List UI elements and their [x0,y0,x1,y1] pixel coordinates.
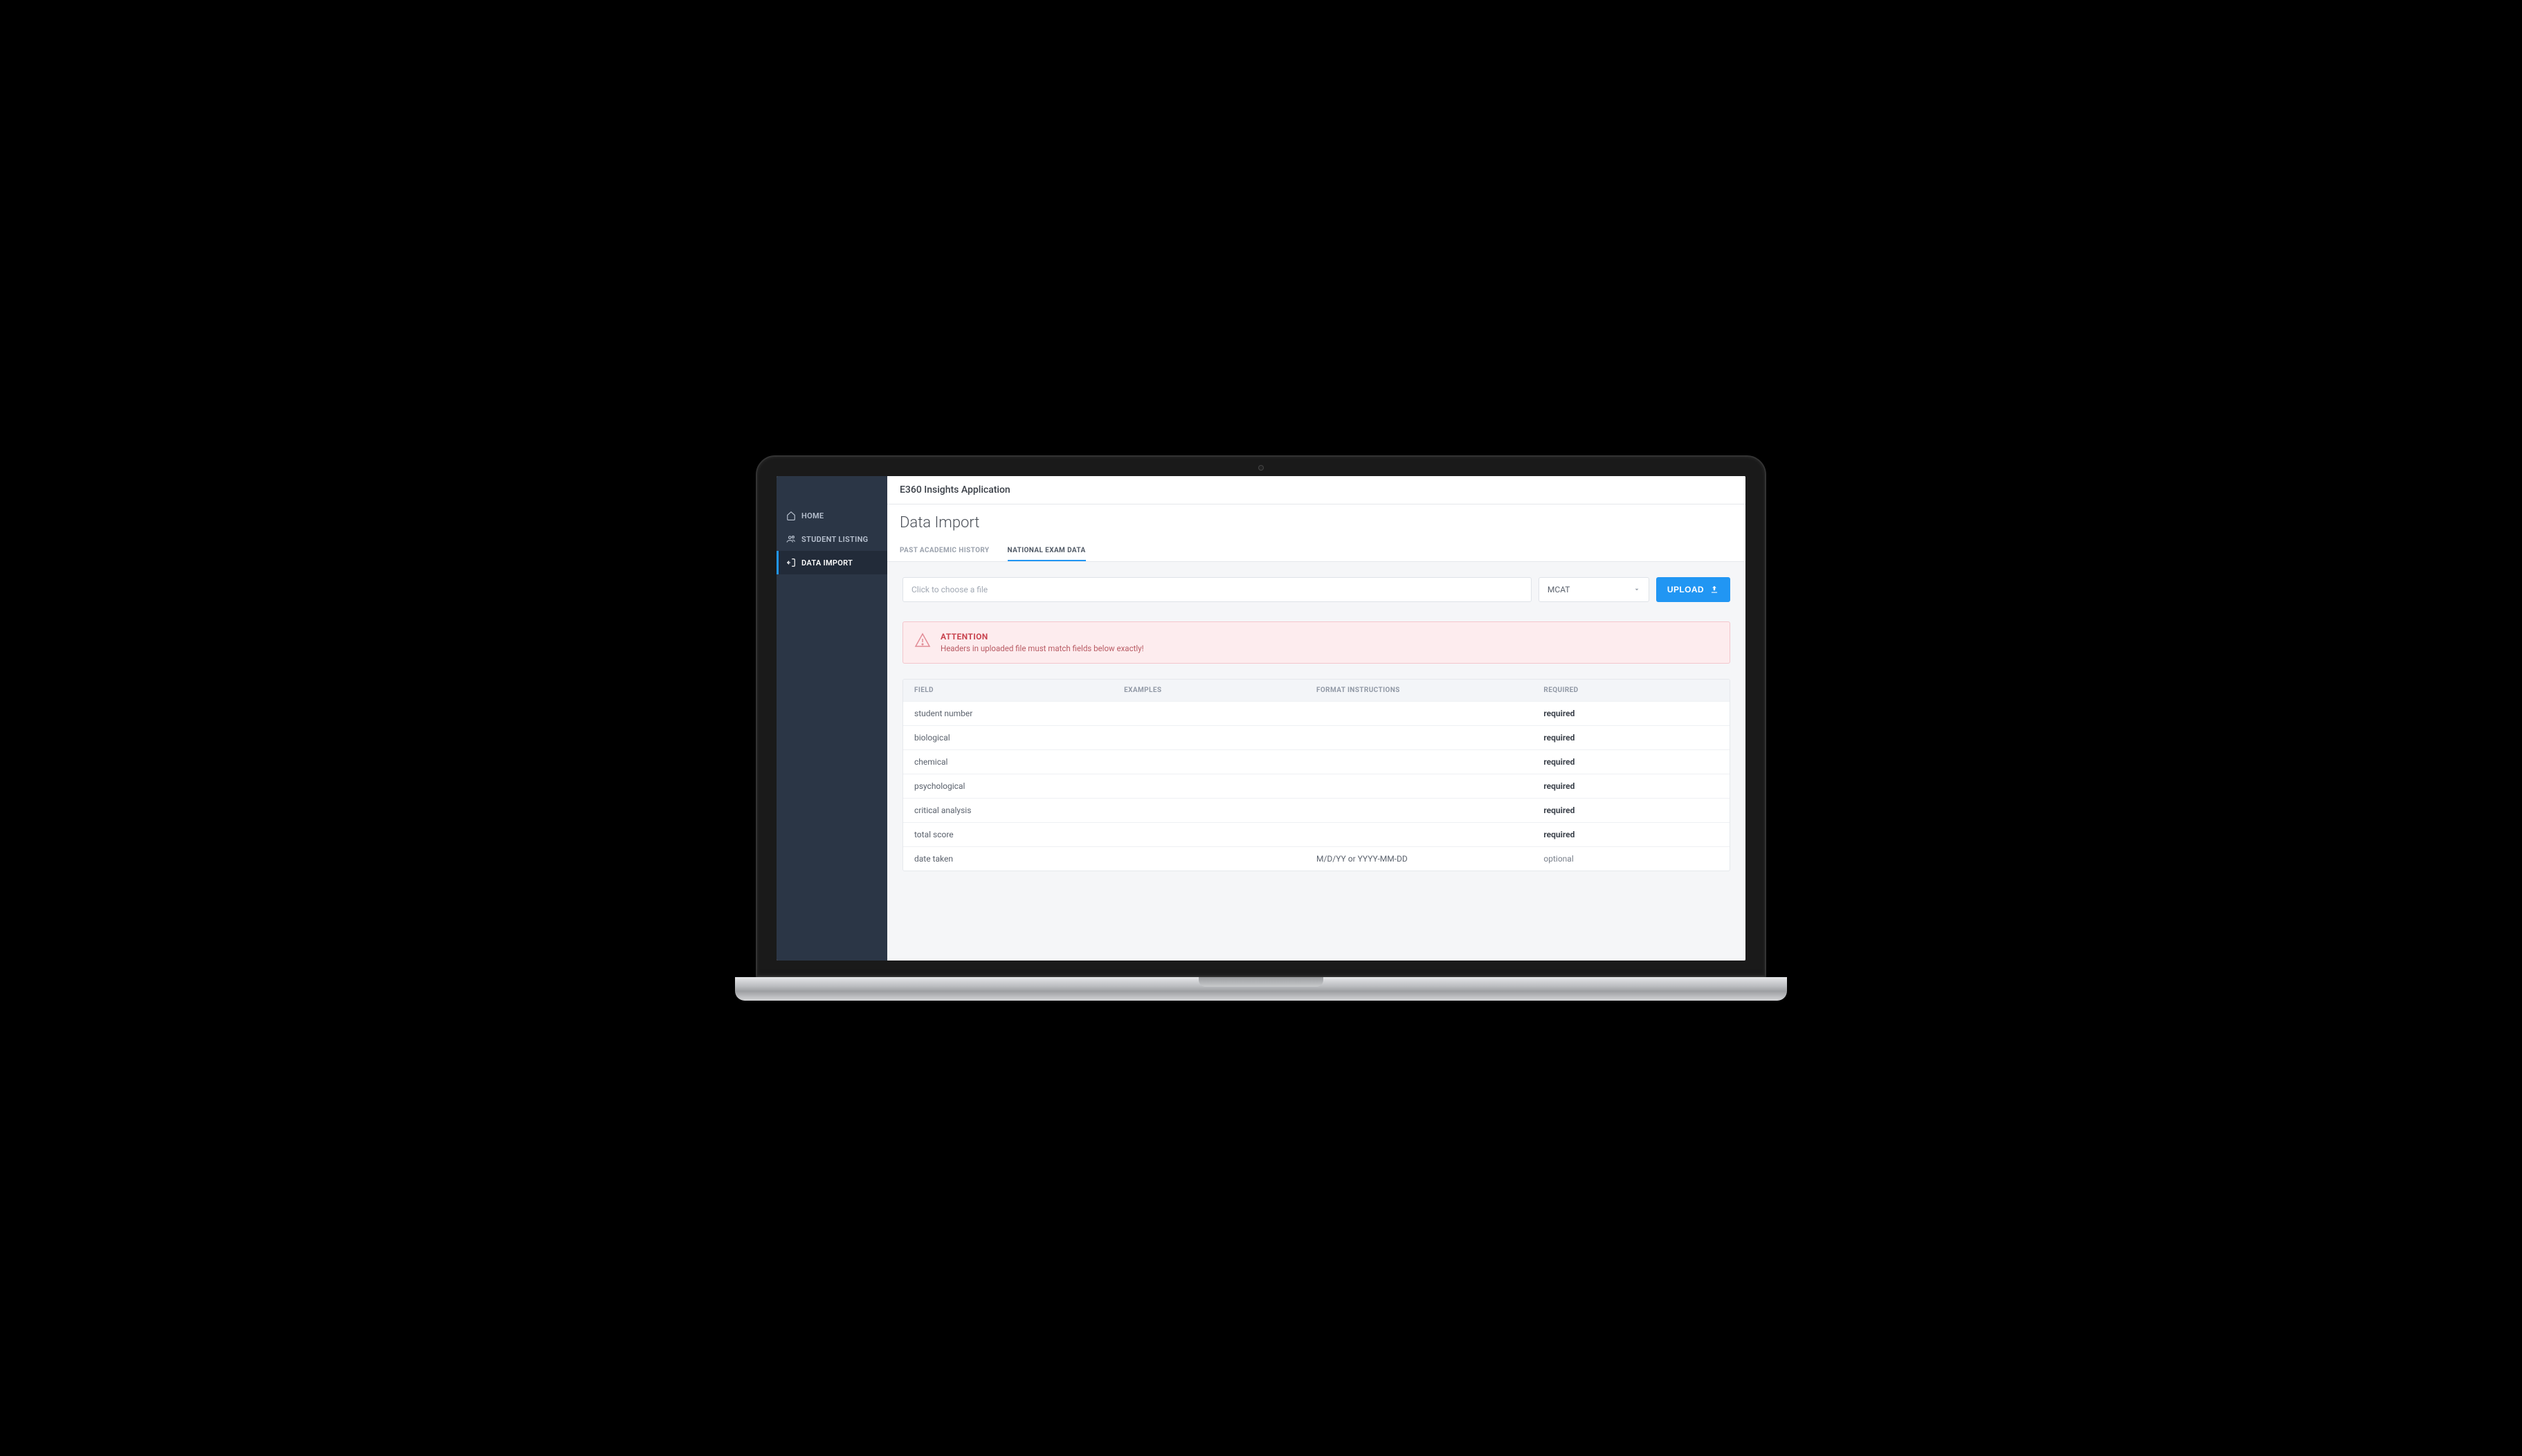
cell-field: chemical [914,757,1124,767]
sidebar-item-home[interactable]: HOME [777,504,887,527]
app-title: E360 Insights Application [900,484,1010,495]
upload-button[interactable]: UPLOAD [1656,577,1730,602]
exam-type-select[interactable]: MCAT [1539,577,1649,602]
upload-icon [1709,585,1719,594]
upload-row: Click to choose a file MCAT UPLOAD [902,577,1730,602]
cell-required: required [1543,733,1718,743]
col-field: FIELD [914,686,1124,694]
cell-required: required [1543,830,1718,839]
table-row: total score required [903,822,1730,846]
col-required: REQUIRED [1543,686,1718,694]
home-icon [786,511,796,520]
laptop-frame: HOME STUDENT LISTING DATA IMPORT E360 In… [756,455,1766,1001]
col-examples: EXAMPLES [1124,686,1316,694]
topbar: E360 Insights Application [887,476,1745,504]
table-row: psychological required [903,774,1730,798]
laptop-camera [1258,465,1264,471]
sidebar-item-label: HOME [801,511,824,520]
users-icon [786,534,796,544]
sidebar-item-student-listing[interactable]: STUDENT LISTING [777,527,887,551]
table-row: student number required [903,701,1730,725]
cell-field: date taken [914,854,1124,864]
import-icon [786,558,796,567]
table-row: biological required [903,725,1730,749]
table-row: chemical required [903,749,1730,774]
alert-body: ATTENTION Headers in uploaded file must … [941,632,1144,653]
warning-icon [914,632,931,648]
laptop-base [735,977,1787,1001]
sidebar-item-label: DATA IMPORT [801,558,853,567]
file-input[interactable]: Click to choose a file [902,577,1532,602]
tab-national-exam-data[interactable]: NATIONAL EXAM DATA [1008,541,1086,561]
laptop-notch [1199,977,1323,987]
main: E360 Insights Application Data Import PA… [887,476,1745,961]
page-title: Data Import [900,514,1733,531]
sidebar-item-data-import[interactable]: DATA IMPORT [777,551,887,574]
cell-required: required [1543,709,1718,718]
laptop-bezel: HOME STUDENT LISTING DATA IMPORT E360 In… [756,455,1766,977]
table-row: critical analysis required [903,798,1730,822]
fields-table: FIELD EXAMPLES FORMAT INSTRUCTIONS REQUI… [902,679,1730,871]
cell-field: biological [914,733,1124,743]
cell-field: psychological [914,781,1124,791]
table-body: student number required biological required… [903,701,1730,871]
attention-alert: ATTENTION Headers in uploaded file must … [902,621,1730,664]
cell-field: student number [914,709,1124,718]
col-format: FORMAT INSTRUCTIONS [1316,686,1543,694]
cell-format: M/D/YY or YYYY-MM-DD [1316,854,1543,864]
cell-required: required [1543,781,1718,791]
app-screen: HOME STUDENT LISTING DATA IMPORT E360 In… [777,476,1745,961]
chevron-down-icon [1633,586,1640,593]
select-value: MCAT [1548,585,1570,594]
upload-button-label: UPLOAD [1667,585,1704,594]
page-header: Data Import PAST ACADEMIC HISTORY NATION… [887,504,1745,562]
tab-past-academic-history[interactable]: PAST ACADEMIC HISTORY [900,541,990,561]
cell-field: total score [914,830,1124,839]
cell-field: critical analysis [914,806,1124,815]
sidebar-item-label: STUDENT LISTING [801,535,868,544]
tabs: PAST ACADEMIC HISTORY NATIONAL EXAM DATA [900,541,1733,561]
cell-required: required [1543,806,1718,815]
alert-text: Headers in uploaded file must match fiel… [941,644,1144,653]
content: Click to choose a file MCAT UPLOAD [887,562,1745,886]
table-row: date taken M/D/YY or YYYY-MM-DDoptional [903,846,1730,871]
sidebar: HOME STUDENT LISTING DATA IMPORT [777,476,887,961]
cell-required: required [1543,757,1718,767]
cell-required: optional [1543,854,1718,864]
alert-title: ATTENTION [941,632,1144,641]
table-header: FIELD EXAMPLES FORMAT INSTRUCTIONS REQUI… [903,680,1730,701]
